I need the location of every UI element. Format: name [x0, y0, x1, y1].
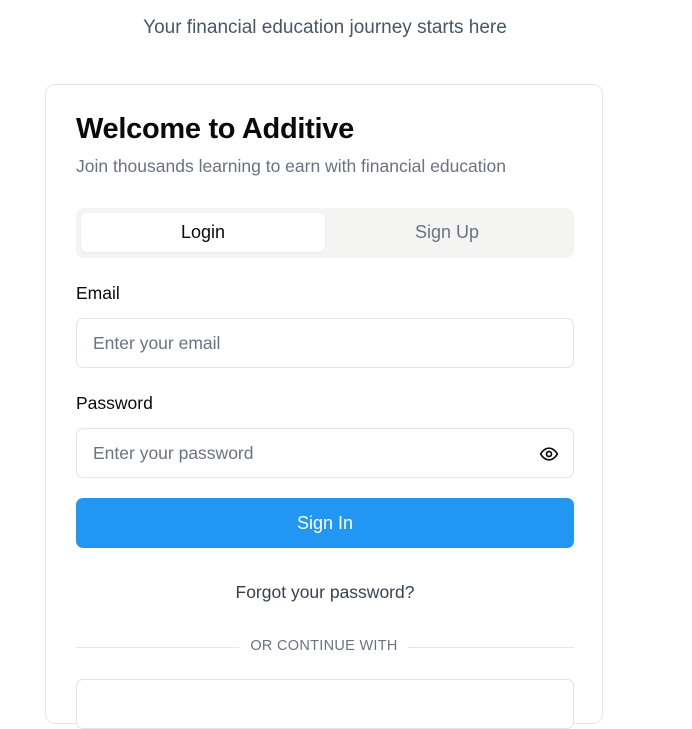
password-label: Password — [76, 393, 153, 413]
sign-in-button[interactable]: Sign In — [76, 498, 574, 548]
email-input[interactable] — [77, 319, 573, 367]
card-subtitle: Join thousands learning to earn with fin… — [76, 156, 507, 176]
auth-card: Welcome to Additive Join thousands learn… — [45, 84, 604, 729]
email-field-wrapper — [76, 318, 574, 368]
tab-login[interactable]: Login — [81, 213, 325, 252]
tab-sign-up[interactable]: Sign Up — [325, 213, 569, 252]
forgot-password-link[interactable]: Forgot your password? — [46, 582, 604, 603]
social-login-button[interactable] — [76, 679, 574, 729]
card-title: Welcome to Additive — [76, 113, 354, 145]
eye-icon[interactable] — [539, 444, 559, 464]
email-label: Email — [76, 283, 120, 303]
password-field-wrapper — [76, 428, 574, 478]
page-tagline: Your financial education journey starts … — [143, 17, 507, 38]
divider-text: OR CONTINUE WITH — [239, 638, 409, 654]
password-input[interactable] — [77, 429, 573, 477]
auth-tabs: Login Sign Up — [76, 208, 574, 258]
